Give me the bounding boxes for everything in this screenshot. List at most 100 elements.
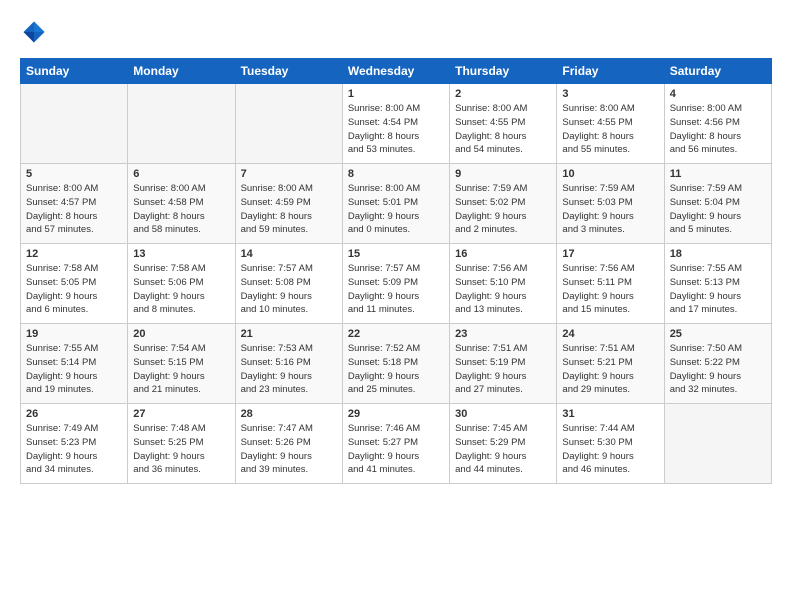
- calendar-cell: 11 Sunrise: 7:59 AM Sunset: 5:04 PM Dayli…: [664, 164, 771, 244]
- calendar-cell: 13 Sunrise: 7:58 AM Sunset: 5:06 PM Dayli…: [128, 244, 235, 324]
- day-number: 8: [348, 168, 444, 180]
- calendar-cell: 6 Sunrise: 8:00 AM Sunset: 4:58 PM Daylig…: [128, 164, 235, 244]
- calendar-cell: 20 Sunrise: 7:54 AM Sunset: 5:15 PM Dayli…: [128, 324, 235, 404]
- day-info: Sunrise: 8:00 AM Sunset: 4:59 PM Dayligh…: [241, 182, 337, 237]
- calendar-cell: 28Sunrise: 7:47 AM Sunset: 5:26 PM Dayli…: [235, 404, 342, 484]
- calendar-cell: 9 Sunrise: 7:59 AM Sunset: 5:02 PM Daylig…: [450, 164, 557, 244]
- calendar-cell: 17 Sunrise: 7:56 AM Sunset: 5:11 PM Dayli…: [557, 244, 664, 324]
- calendar-cell: 31 Sunrise: 7:44 AM Sunset: 5:30 PM Dayli…: [557, 404, 664, 484]
- calendar-cell: 25 Sunrise: 7:50 AM Sunset: 5:22 PM Dayli…: [664, 324, 771, 404]
- day-number: 27: [133, 408, 229, 420]
- page: SundayMondayTuesdayWednesdayThursdayFrid…: [0, 0, 792, 498]
- calendar-cell: 21Sunrise: 7:53 AM Sunset: 5:16 PM Dayli…: [235, 324, 342, 404]
- calendar-cell: 30 Sunrise: 7:45 AM Sunset: 5:29 PM Dayli…: [450, 404, 557, 484]
- weekday-saturday: Saturday: [664, 59, 771, 84]
- calendar-cell: [235, 84, 342, 164]
- calendar-cell: 23Sunrise: 7:51 AM Sunset: 5:19 PM Dayli…: [450, 324, 557, 404]
- day-info: Sunrise: 7:50 AM Sunset: 5:22 PM Dayligh…: [670, 342, 766, 397]
- calendar-cell: 4Sunrise: 8:00 AM Sunset: 4:56 PM Daylig…: [664, 84, 771, 164]
- day-info: Sunrise: 7:54 AM Sunset: 5:15 PM Dayligh…: [133, 342, 229, 397]
- day-number: 11: [670, 168, 766, 180]
- week-row-3: 12 Sunrise: 7:58 AM Sunset: 5:05 PM Dayli…: [21, 244, 772, 324]
- day-info: Sunrise: 7:55 AM Sunset: 5:14 PM Dayligh…: [26, 342, 122, 397]
- day-number: 3: [562, 88, 658, 100]
- day-info: Sunrise: 7:51 AM Sunset: 5:19 PM Dayligh…: [455, 342, 551, 397]
- day-info: Sunrise: 8:00 AM Sunset: 4:55 PM Dayligh…: [455, 102, 551, 157]
- calendar-cell: 5 Sunrise: 8:00 AM Sunset: 4:57 PM Daylig…: [21, 164, 128, 244]
- day-number: 9: [455, 168, 551, 180]
- day-number: 21: [241, 328, 337, 340]
- calendar-cell: 16 Sunrise: 7:56 AM Sunset: 5:10 PM Dayli…: [450, 244, 557, 324]
- day-number: 15: [348, 248, 444, 260]
- day-number: 31: [562, 408, 658, 420]
- day-info: Sunrise: 7:52 AM Sunset: 5:18 PM Dayligh…: [348, 342, 444, 397]
- day-number: 12: [26, 248, 122, 260]
- day-info: Sunrise: 7:58 AM Sunset: 5:05 PM Dayligh…: [26, 262, 122, 317]
- calendar-cell: [128, 84, 235, 164]
- day-number: 10: [562, 168, 658, 180]
- day-number: 16: [455, 248, 551, 260]
- calendar-cell: 18 Sunrise: 7:55 AM Sunset: 5:13 PM Dayli…: [664, 244, 771, 324]
- day-info: Sunrise: 7:56 AM Sunset: 5:10 PM Dayligh…: [455, 262, 551, 317]
- weekday-tuesday: Tuesday: [235, 59, 342, 84]
- calendar-cell: [21, 84, 128, 164]
- calendar-cell: 15 Sunrise: 7:57 AM Sunset: 5:09 PM Dayli…: [342, 244, 449, 324]
- week-row-1: 1 Sunrise: 8:00 AM Sunset: 4:54 PM Daylig…: [21, 84, 772, 164]
- calendar-cell: 10 Sunrise: 7:59 AM Sunset: 5:03 PM Dayli…: [557, 164, 664, 244]
- logo-icon: [20, 18, 48, 46]
- calendar-cell: 8 Sunrise: 8:00 AM Sunset: 5:01 PM Daylig…: [342, 164, 449, 244]
- day-number: 29: [348, 408, 444, 420]
- calendar-cell: 22Sunrise: 7:52 AM Sunset: 5:18 PM Dayli…: [342, 324, 449, 404]
- day-number: 5: [26, 168, 122, 180]
- day-number: 2: [455, 88, 551, 100]
- calendar-cell: 3Sunrise: 8:00 AM Sunset: 4:55 PM Daylig…: [557, 84, 664, 164]
- logo: [20, 18, 52, 46]
- day-number: 1: [348, 88, 444, 100]
- day-info: Sunrise: 8:00 AM Sunset: 4:56 PM Dayligh…: [670, 102, 766, 157]
- weekday-header-row: SundayMondayTuesdayWednesdayThursdayFrid…: [21, 59, 772, 84]
- day-info: Sunrise: 7:57 AM Sunset: 5:09 PM Dayligh…: [348, 262, 444, 317]
- day-number: 17: [562, 248, 658, 260]
- day-info: Sunrise: 8:00 AM Sunset: 4:54 PM Dayligh…: [348, 102, 444, 157]
- calendar-cell: [664, 404, 771, 484]
- day-number: 7: [241, 168, 337, 180]
- header: [20, 18, 772, 46]
- day-info: Sunrise: 7:58 AM Sunset: 5:06 PM Dayligh…: [133, 262, 229, 317]
- weekday-monday: Monday: [128, 59, 235, 84]
- day-number: 20: [133, 328, 229, 340]
- day-info: Sunrise: 7:46 AM Sunset: 5:27 PM Dayligh…: [348, 422, 444, 477]
- day-info: Sunrise: 7:47 AM Sunset: 5:26 PM Dayligh…: [241, 422, 337, 477]
- day-info: Sunrise: 7:44 AM Sunset: 5:30 PM Dayligh…: [562, 422, 658, 477]
- day-info: Sunrise: 7:57 AM Sunset: 5:08 PM Dayligh…: [241, 262, 337, 317]
- calendar-cell: 14 Sunrise: 7:57 AM Sunset: 5:08 PM Dayli…: [235, 244, 342, 324]
- day-info: Sunrise: 8:00 AM Sunset: 5:01 PM Dayligh…: [348, 182, 444, 237]
- day-number: 25: [670, 328, 766, 340]
- day-info: Sunrise: 7:55 AM Sunset: 5:13 PM Dayligh…: [670, 262, 766, 317]
- day-number: 14: [241, 248, 337, 260]
- day-number: 19: [26, 328, 122, 340]
- day-info: Sunrise: 7:49 AM Sunset: 5:23 PM Dayligh…: [26, 422, 122, 477]
- week-row-2: 5 Sunrise: 8:00 AM Sunset: 4:57 PM Daylig…: [21, 164, 772, 244]
- day-info: Sunrise: 8:00 AM Sunset: 4:58 PM Dayligh…: [133, 182, 229, 237]
- calendar-cell: 29 Sunrise: 7:46 AM Sunset: 5:27 PM Dayli…: [342, 404, 449, 484]
- day-info: Sunrise: 7:48 AM Sunset: 5:25 PM Dayligh…: [133, 422, 229, 477]
- weekday-thursday: Thursday: [450, 59, 557, 84]
- day-number: 13: [133, 248, 229, 260]
- calendar-table: SundayMondayTuesdayWednesdayThursdayFrid…: [20, 58, 772, 484]
- calendar-cell: 12 Sunrise: 7:58 AM Sunset: 5:05 PM Dayli…: [21, 244, 128, 324]
- day-number: 18: [670, 248, 766, 260]
- calendar-cell: 7 Sunrise: 8:00 AM Sunset: 4:59 PM Daylig…: [235, 164, 342, 244]
- day-number: 6: [133, 168, 229, 180]
- day-info: Sunrise: 7:59 AM Sunset: 5:03 PM Dayligh…: [562, 182, 658, 237]
- calendar-cell: 24Sunrise: 7:51 AM Sunset: 5:21 PM Dayli…: [557, 324, 664, 404]
- day-info: Sunrise: 8:00 AM Sunset: 4:57 PM Dayligh…: [26, 182, 122, 237]
- weekday-wednesday: Wednesday: [342, 59, 449, 84]
- day-info: Sunrise: 7:45 AM Sunset: 5:29 PM Dayligh…: [455, 422, 551, 477]
- calendar-cell: 27 Sunrise: 7:48 AM Sunset: 5:25 PM Dayli…: [128, 404, 235, 484]
- day-info: Sunrise: 7:59 AM Sunset: 5:04 PM Dayligh…: [670, 182, 766, 237]
- calendar-cell: 26Sunrise: 7:49 AM Sunset: 5:23 PM Dayli…: [21, 404, 128, 484]
- day-info: Sunrise: 7:56 AM Sunset: 5:11 PM Dayligh…: [562, 262, 658, 317]
- day-info: Sunrise: 7:59 AM Sunset: 5:02 PM Dayligh…: [455, 182, 551, 237]
- calendar-cell: 19 Sunrise: 7:55 AM Sunset: 5:14 PM Dayli…: [21, 324, 128, 404]
- day-number: 30: [455, 408, 551, 420]
